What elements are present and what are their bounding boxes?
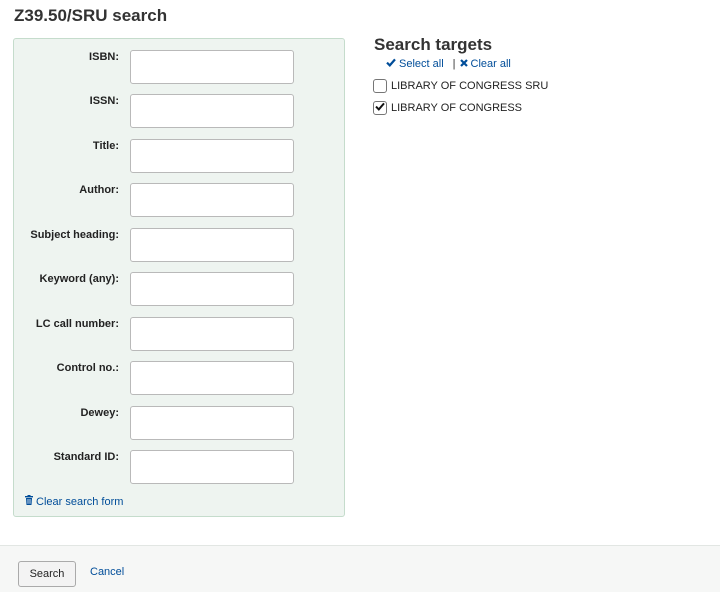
search-targets-title: Search targets [374,35,493,54]
standard-id-input[interactable] [130,450,294,484]
isbn-label: ISBN: [89,51,119,63]
target-checkbox-loc[interactable] [373,101,387,115]
target-checkbox-loc-sru[interactable] [373,79,387,93]
target-selection-links: Select all | Clear all [386,58,511,70]
target-label-loc: LIBRARY OF CONGRESS [391,102,523,114]
dewey-input[interactable] [130,406,294,440]
dewey-label: Dewey: [80,407,119,419]
search-form-panel: ISBN: ISSN: Title: Author: Subject headi… [13,38,345,517]
field-row-subject-heading: Subject heading: [14,228,344,262]
clear-all-label: Clear all [470,58,511,70]
control-no-label: Control no.: [56,362,119,374]
subject-heading-label: Subject heading: [30,229,119,241]
cancel-link[interactable]: Cancel [90,566,124,578]
field-row-title: Title: [14,139,344,173]
lc-call-number-label: LC call number: [35,318,119,330]
keyword-label: Keyword (any): [39,273,119,285]
issn-label: ISSN: [89,95,119,107]
subject-heading-input[interactable] [130,228,294,262]
control-no-input[interactable] [130,361,294,395]
title-input[interactable] [130,139,294,173]
checkmark-icon [386,58,396,70]
page-title: Z39.50/SRU search [14,6,168,25]
title-label: Title: [92,140,119,152]
issn-input[interactable] [130,94,294,128]
clear-search-form-link[interactable]: Clear search form [25,495,123,508]
field-row-control-no: Control no.: [14,361,344,395]
target-label-loc-sru: LIBRARY OF CONGRESS SRU [391,80,549,92]
trash-icon [25,495,33,508]
standard-id-label: Standard ID: [53,451,119,463]
x-icon [459,58,468,70]
select-all-link[interactable]: Select all [386,58,444,70]
field-row-isbn: ISBN: [14,50,344,84]
search-button[interactable]: Search [18,561,76,587]
target-item-loc-sru[interactable]: LIBRARY OF CONGRESS SRU [373,78,548,94]
select-all-label: Select all [399,58,444,70]
field-row-standard-id: Standard ID: [14,450,344,484]
clear-search-form-label: Clear search form [36,495,124,508]
lc-call-number-input[interactable] [130,317,294,351]
field-row-lc-call-number: LC call number: [14,317,344,351]
field-row-author: Author: [14,183,344,217]
isbn-input[interactable] [130,50,294,84]
field-row-issn: ISSN: [14,94,344,128]
field-row-dewey: Dewey: [14,406,344,440]
clear-all-link[interactable]: Clear all [459,58,511,70]
keyword-input[interactable] [130,272,294,306]
author-label: Author: [79,184,119,196]
target-item-loc[interactable]: LIBRARY OF CONGRESS [373,100,522,116]
form-actions-footer: Search Cancel [0,545,720,592]
checkbox-checkmark-icon [375,102,385,114]
author-input[interactable] [130,183,294,217]
links-separator: | [452,58,456,70]
field-row-keyword: Keyword (any): [14,272,344,306]
